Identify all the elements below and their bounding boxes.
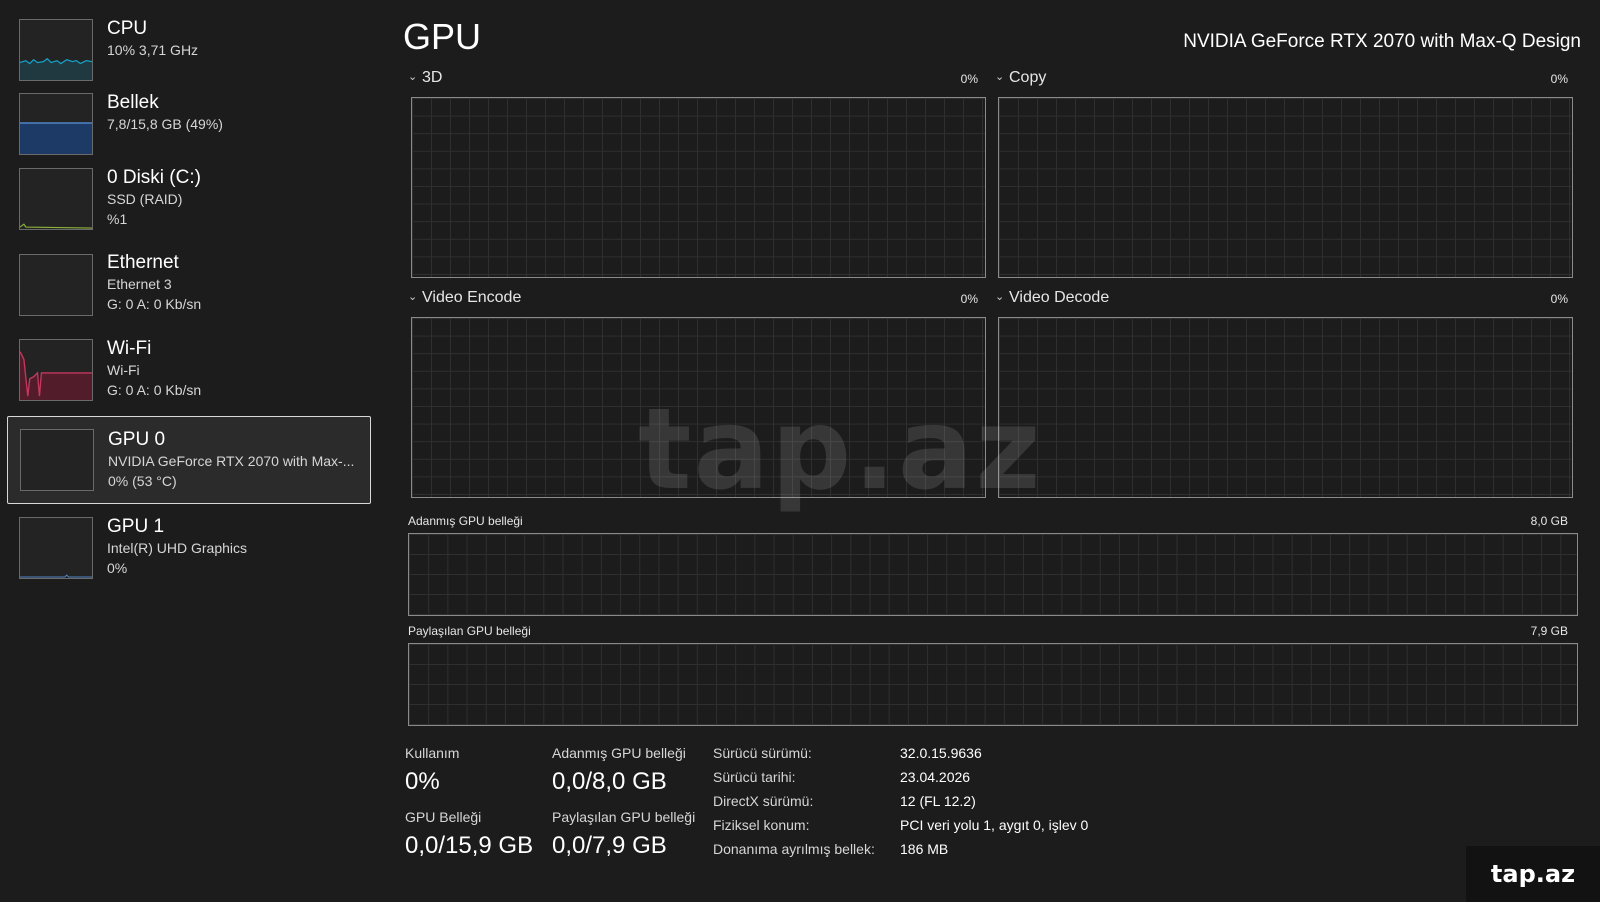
cpu-thumbnail-graph xyxy=(19,19,93,81)
sidebar-item-title: Bellek xyxy=(107,92,159,113)
sidebar-item-gpu-0-text: GPU 0 NVIDIA GeForce RTX 2070 with Max-.… xyxy=(108,429,366,491)
device-name: NVIDIA GeForce RTX 2070 with Max-Q Desig… xyxy=(1183,31,1581,52)
driver-version-key: Sürücü sürümü: xyxy=(713,745,812,761)
sidebar-item-detail: NVIDIA GeForce RTX 2070 with Max-... xyxy=(108,453,355,469)
engine-graph-video-decode xyxy=(998,317,1573,498)
dedicated-memory-graph xyxy=(408,533,1578,616)
sidebar-item-detail: 7,8/15,8 GB (49%) xyxy=(107,116,223,132)
engine-graph-copy xyxy=(998,97,1573,278)
driver-date-value: 23.04.2026 xyxy=(900,769,971,785)
shared-memory-graph-max: 7,9 GB xyxy=(1530,624,1568,638)
engine-graph-3d xyxy=(411,97,986,278)
engine-percent: 0% xyxy=(960,292,978,306)
gpu-memory-value: 0,0/15,9 GB xyxy=(405,832,534,859)
memory-thumbnail-graph xyxy=(19,93,93,155)
engine-selector-copy[interactable]: ⌄ Copy xyxy=(995,69,1046,89)
sidebar-item-detail: Intel(R) UHD Graphics xyxy=(107,540,248,556)
sidebar-item-detail-2: %1 xyxy=(107,211,128,227)
corner-logo: tap.az xyxy=(1466,846,1600,902)
engine-selector-video-encode[interactable]: ⌄ Video Encode xyxy=(408,289,521,309)
driver-date-key: Sürücü tarihi: xyxy=(713,769,796,785)
sidebar-item-ethernet[interactable]: Ethernet Ethernet 3 G: 0 A: 0 Kb/sn xyxy=(7,248,371,316)
sidebar-item-disk[interactable]: 0 Diski (C:) SSD (RAID) %1 xyxy=(7,163,371,230)
sidebar-item-detail: 10% 3,71 GHz xyxy=(107,42,199,58)
chevron-down-icon: ⌄ xyxy=(408,71,418,83)
page-title: GPU xyxy=(403,16,482,57)
sidebar-item-detail-2: 0% (53 °C) xyxy=(108,473,177,489)
sidebar-item-title: GPU 1 xyxy=(107,516,165,537)
shared-memory-graph xyxy=(408,643,1578,726)
dedicated-memory-value: 0,0/8,0 GB xyxy=(552,768,667,795)
sidebar-item-detail-2: G: 0 A: 0 Kb/sn xyxy=(107,296,202,312)
engine-percent: 0% xyxy=(1550,292,1568,306)
sidebar-item-ethernet-text: Ethernet Ethernet 3 G: 0 A: 0 Kb/sn xyxy=(107,252,365,314)
chevron-down-icon: ⌄ xyxy=(408,291,418,303)
disk-thumbnail-graph xyxy=(19,168,93,230)
engine-label: Video Decode xyxy=(1009,289,1110,306)
sidebar-item-gpu-1-text: GPU 1 Intel(R) UHD Graphics 0% xyxy=(107,516,365,578)
engine-selector-video-decode[interactable]: ⌄ Video Decode xyxy=(995,289,1109,309)
physical-location-key: Fiziksel konum: xyxy=(713,817,810,833)
sidebar-item-gpu-0[interactable]: GPU 0 NVIDIA GeForce RTX 2070 with Max-.… xyxy=(7,416,371,504)
wifi-thumbnail-graph xyxy=(19,339,93,401)
shared-memory-label: Paylaşılan GPU belleği xyxy=(552,809,696,825)
performance-sidebar: CPU 10% 3,71 GHz Bellek 7,8/15,8 GB (49%… xyxy=(0,0,372,902)
sidebar-item-disk-text: 0 Diski (C:) SSD (RAID) %1 xyxy=(107,167,365,229)
engine-selector-3d[interactable]: ⌄ 3D xyxy=(408,69,442,89)
chevron-down-icon: ⌄ xyxy=(995,291,1005,303)
sidebar-item-detail-2: 0% xyxy=(107,560,128,576)
sidebar-item-detail: Wi-Fi xyxy=(107,362,140,378)
shared-memory-value: 0,0/7,9 GB xyxy=(552,832,667,859)
hardware-reserved-memory-value: 186 MB xyxy=(900,841,949,857)
engine-percent: 0% xyxy=(1550,72,1568,86)
directx-version-key: DirectX sürümü: xyxy=(713,793,814,809)
sidebar-item-gpu-1[interactable]: GPU 1 Intel(R) UHD Graphics 0% xyxy=(7,512,371,582)
gpu-1-thumbnail-graph xyxy=(19,517,93,579)
ethernet-thumbnail-graph xyxy=(19,254,93,316)
sidebar-item-wifi[interactable]: Wi-Fi Wi-Fi G: 0 A: 0 Kb/sn xyxy=(7,334,371,401)
sidebar-item-cpu-text: CPU 10% 3,71 GHz xyxy=(107,18,365,60)
sidebar-item-title: GPU 0 xyxy=(108,429,166,450)
engine-percent: 0% xyxy=(960,72,978,86)
engine-label: Video Encode xyxy=(422,289,522,306)
sidebar-item-detail: Ethernet 3 xyxy=(107,276,172,292)
sidebar-item-title: Wi-Fi xyxy=(107,338,152,359)
driver-version-value: 32.0.15.9636 xyxy=(900,745,982,761)
engine-label: Copy xyxy=(1009,69,1047,86)
engine-label: 3D xyxy=(422,69,443,86)
sidebar-item-title: 0 Diski (C:) xyxy=(107,167,201,188)
usage-value: 0% xyxy=(405,768,440,795)
sidebar-item-wifi-text: Wi-Fi Wi-Fi G: 0 A: 0 Kb/sn xyxy=(107,338,365,400)
shared-memory-graph-label: Paylaşılan GPU belleği xyxy=(408,624,531,638)
usage-label: Kullanım xyxy=(405,745,460,761)
dedicated-memory-graph-label: Adanmış GPU belleği xyxy=(408,514,523,528)
dedicated-memory-label: Adanmış GPU belleği xyxy=(552,745,686,761)
sidebar-item-cpu[interactable]: CPU 10% 3,71 GHz xyxy=(7,14,371,81)
sidebar-item-detail: SSD (RAID) xyxy=(107,191,183,207)
dedicated-memory-graph-max: 8,0 GB xyxy=(1530,514,1568,528)
sidebar-item-title: Ethernet xyxy=(107,252,179,273)
directx-version-value: 12 (FL 12.2) xyxy=(900,793,976,809)
watermark: tap.az xyxy=(638,385,1043,515)
sidebar-item-title: CPU xyxy=(107,18,148,39)
gpu-memory-label: GPU Belleği xyxy=(405,809,482,825)
physical-location-value: PCI veri yolu 1, aygıt 0, işlev 0 xyxy=(900,817,1089,833)
sidebar-item-memory-text: Bellek 7,8/15,8 GB (49%) xyxy=(107,92,365,134)
sidebar-item-detail-2: G: 0 A: 0 Kb/sn xyxy=(107,382,202,398)
hardware-reserved-memory-key: Donanıma ayrılmış bellek: xyxy=(713,841,875,857)
gpu-0-thumbnail-graph xyxy=(20,429,94,491)
sidebar-item-memory[interactable]: Bellek 7,8/15,8 GB (49%) xyxy=(7,88,371,155)
chevron-down-icon: ⌄ xyxy=(995,71,1005,83)
